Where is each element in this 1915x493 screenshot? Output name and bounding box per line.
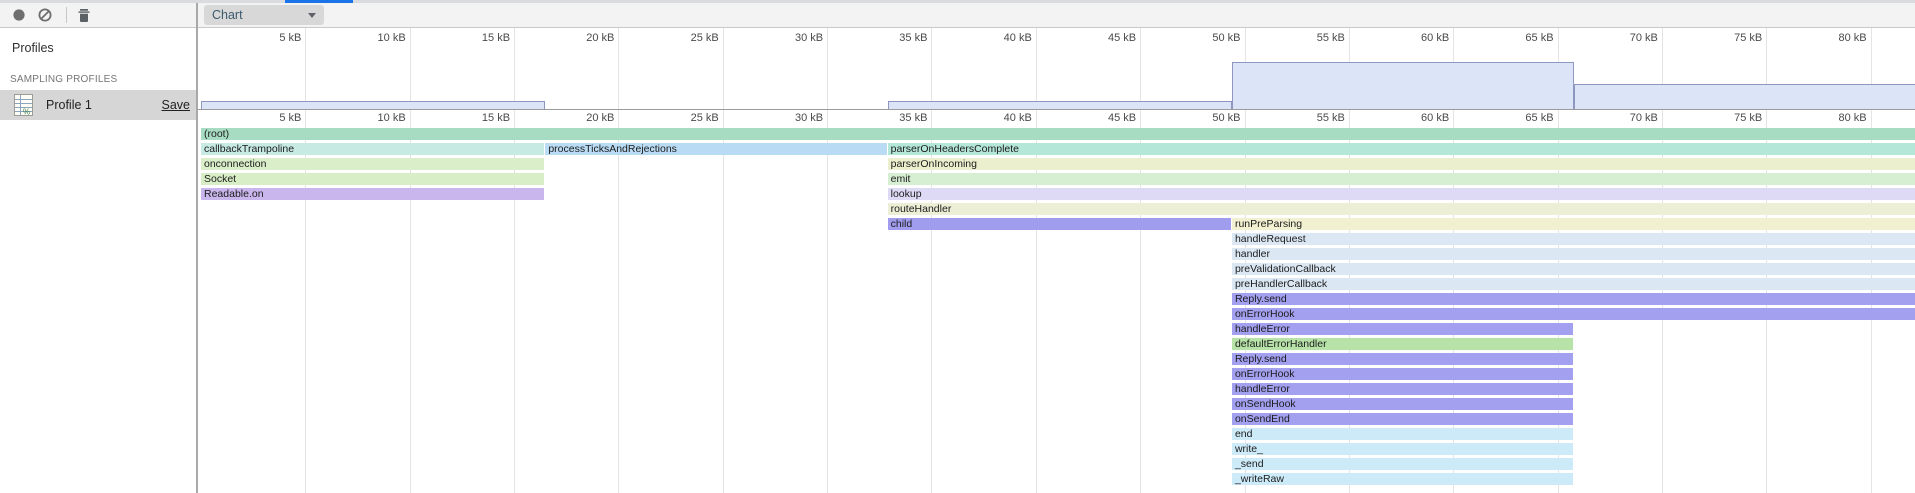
overview-gridline <box>618 28 619 110</box>
delete-profile-button[interactable] <box>71 4 97 26</box>
overview-tick-label: 45 kB <box>1066 32 1136 45</box>
flame-frame[interactable]: child <box>888 218 1231 230</box>
flame-frame[interactable]: runPreParsing <box>1232 218 1915 230</box>
flame-tick-label: 5 kB <box>231 112 301 125</box>
overview-tick-label: 65 kB <box>1484 32 1554 45</box>
overview-tick-label: 30 kB <box>753 32 823 45</box>
overview-baseline <box>198 109 1915 110</box>
flame-frame[interactable]: preHandlerCallback <box>1232 278 1915 290</box>
overview-gridline <box>305 28 306 110</box>
flame-frame[interactable]: write_ <box>1232 443 1573 455</box>
flame-frame[interactable]: onErrorHook <box>1232 308 1915 320</box>
flame-tick-label: 40 kB <box>962 112 1032 125</box>
flame-tick-label: 10 kB <box>336 112 406 125</box>
flame-frame[interactable]: handleError <box>1232 383 1573 395</box>
chevron-down-icon <box>308 13 316 18</box>
devtools-memory-panel: Chart Profiles SAMPLING PROFILES % Profi… <box>0 0 1915 493</box>
clear-all-button[interactable] <box>32 4 58 26</box>
flame-frame[interactable]: Reply.send <box>1232 353 1573 365</box>
profile-name: Profile 1 <box>46 98 92 112</box>
overview-gridline <box>723 28 724 110</box>
flame-gridline <box>618 110 619 493</box>
flame-tick-label: 15 kB <box>440 112 510 125</box>
flame-tick-label: 80 kB <box>1797 112 1867 125</box>
record-button[interactable] <box>6 4 32 26</box>
overview-tick-label: 5 kB <box>231 32 301 45</box>
overview-tick-label: 55 kB <box>1275 32 1345 45</box>
profile-icon: % <box>14 94 33 116</box>
overview-tick-label: 35 kB <box>857 32 927 45</box>
overview-gridline <box>827 28 828 110</box>
overview-step <box>1232 62 1574 110</box>
sidebar-title: Profiles <box>12 41 196 55</box>
flame-frame[interactable]: handleError <box>1232 323 1573 335</box>
flame-frame[interactable]: preValidationCallback <box>1232 263 1915 275</box>
flame-frame[interactable]: _send <box>1232 458 1573 470</box>
flame-frame[interactable]: emit <box>888 173 1915 185</box>
sampling-profiles-section-label: SAMPLING PROFILES <box>10 74 196 85</box>
overview-tick-label: 50 kB <box>1171 32 1241 45</box>
flame-frame[interactable]: handleRequest <box>1232 233 1915 245</box>
flame-frame[interactable]: processTicksAndRejections <box>545 143 886 155</box>
view-mode-select[interactable]: Chart <box>204 5 324 25</box>
flame-tick-label: 30 kB <box>753 112 823 125</box>
overview-gridline <box>1036 28 1037 110</box>
flame-frame[interactable]: end <box>1232 428 1573 440</box>
flame-tick-label: 70 kB <box>1588 112 1658 125</box>
overview-tick-label: 70 kB <box>1588 32 1658 45</box>
toolbar-left-group <box>0 4 194 26</box>
profiles-sidebar: Profiles SAMPLING PROFILES % Profile 1 S… <box>0 28 196 493</box>
flame-gridline <box>723 110 724 493</box>
overview-tick-label: 80 kB <box>1797 32 1867 45</box>
overview-tick-label: 60 kB <box>1379 32 1449 45</box>
svg-text:%: % <box>23 108 30 117</box>
profile-save-link[interactable]: Save <box>162 98 191 112</box>
flame-frame[interactable]: _writeRaw <box>1232 473 1573 485</box>
flame-tick-label: 20 kB <box>544 112 614 125</box>
flame-tick-label: 50 kB <box>1171 112 1241 125</box>
flame-frame[interactable]: parserOnHeadersComplete <box>888 143 1915 155</box>
sidebar-item-profile-1[interactable]: % Profile 1 Save <box>0 90 196 120</box>
flame-frame[interactable]: callbackTrampoline <box>201 143 544 155</box>
memory-toolbar: Chart <box>0 3 1915 28</box>
overview-tick-label: 75 kB <box>1692 32 1762 45</box>
overview-gridline <box>514 28 515 110</box>
flame-tick-label: 65 kB <box>1484 112 1554 125</box>
overview-tick-label: 15 kB <box>440 32 510 45</box>
flame-tick-label: 75 kB <box>1692 112 1762 125</box>
overview-tick-label: 40 kB <box>962 32 1032 45</box>
flame-frame[interactable]: parserOnIncoming <box>888 158 1915 170</box>
view-mode-value: Chart <box>212 8 308 22</box>
flame-frame[interactable]: defaultErrorHandler <box>1232 338 1573 350</box>
flame-tick-label: 60 kB <box>1379 112 1449 125</box>
flame-frame[interactable]: Readable.on <box>201 188 544 200</box>
overview-tick-label: 20 kB <box>544 32 614 45</box>
overview-tick-label: 10 kB <box>336 32 406 45</box>
record-icon <box>12 8 26 22</box>
flame-tick-label: 25 kB <box>649 112 719 125</box>
flame-gridline <box>827 110 828 493</box>
flame-frame[interactable]: routeHandler <box>888 203 1915 215</box>
flame-tick-label: 35 kB <box>857 112 927 125</box>
allocation-flame-chart: 5 kB 5 kB 10 kB 10 kB 15 kB 15 kB 20 kB 20 kB 25… <box>198 28 1915 493</box>
flame-frame[interactable]: Socket <box>201 173 544 185</box>
flame-frame[interactable]: lookup <box>888 188 1915 200</box>
clear-icon <box>37 7 53 23</box>
flame-frame[interactable]: onSendEnd <box>1232 413 1573 425</box>
overview-gridline <box>410 28 411 110</box>
toolbar-separator <box>66 7 67 23</box>
overview-step <box>1574 84 1915 110</box>
flame-frame[interactable]: Reply.send <box>1232 293 1915 305</box>
flame-frame[interactable]: onErrorHook <box>1232 368 1573 380</box>
flame-tick-label: 55 kB <box>1275 112 1345 125</box>
overview-tick-label: 25 kB <box>649 32 719 45</box>
flame-frame[interactable]: onSendHook <box>1232 398 1573 410</box>
flame-frame[interactable]: (root) <box>201 128 1915 140</box>
flame-frame[interactable]: onconnection <box>201 158 544 170</box>
flame-tick-label: 45 kB <box>1066 112 1136 125</box>
trash-icon <box>77 8 91 23</box>
flame-frame[interactable]: handler <box>1232 248 1915 260</box>
overview-gridline <box>931 28 932 110</box>
overview-gridline <box>1140 28 1141 110</box>
